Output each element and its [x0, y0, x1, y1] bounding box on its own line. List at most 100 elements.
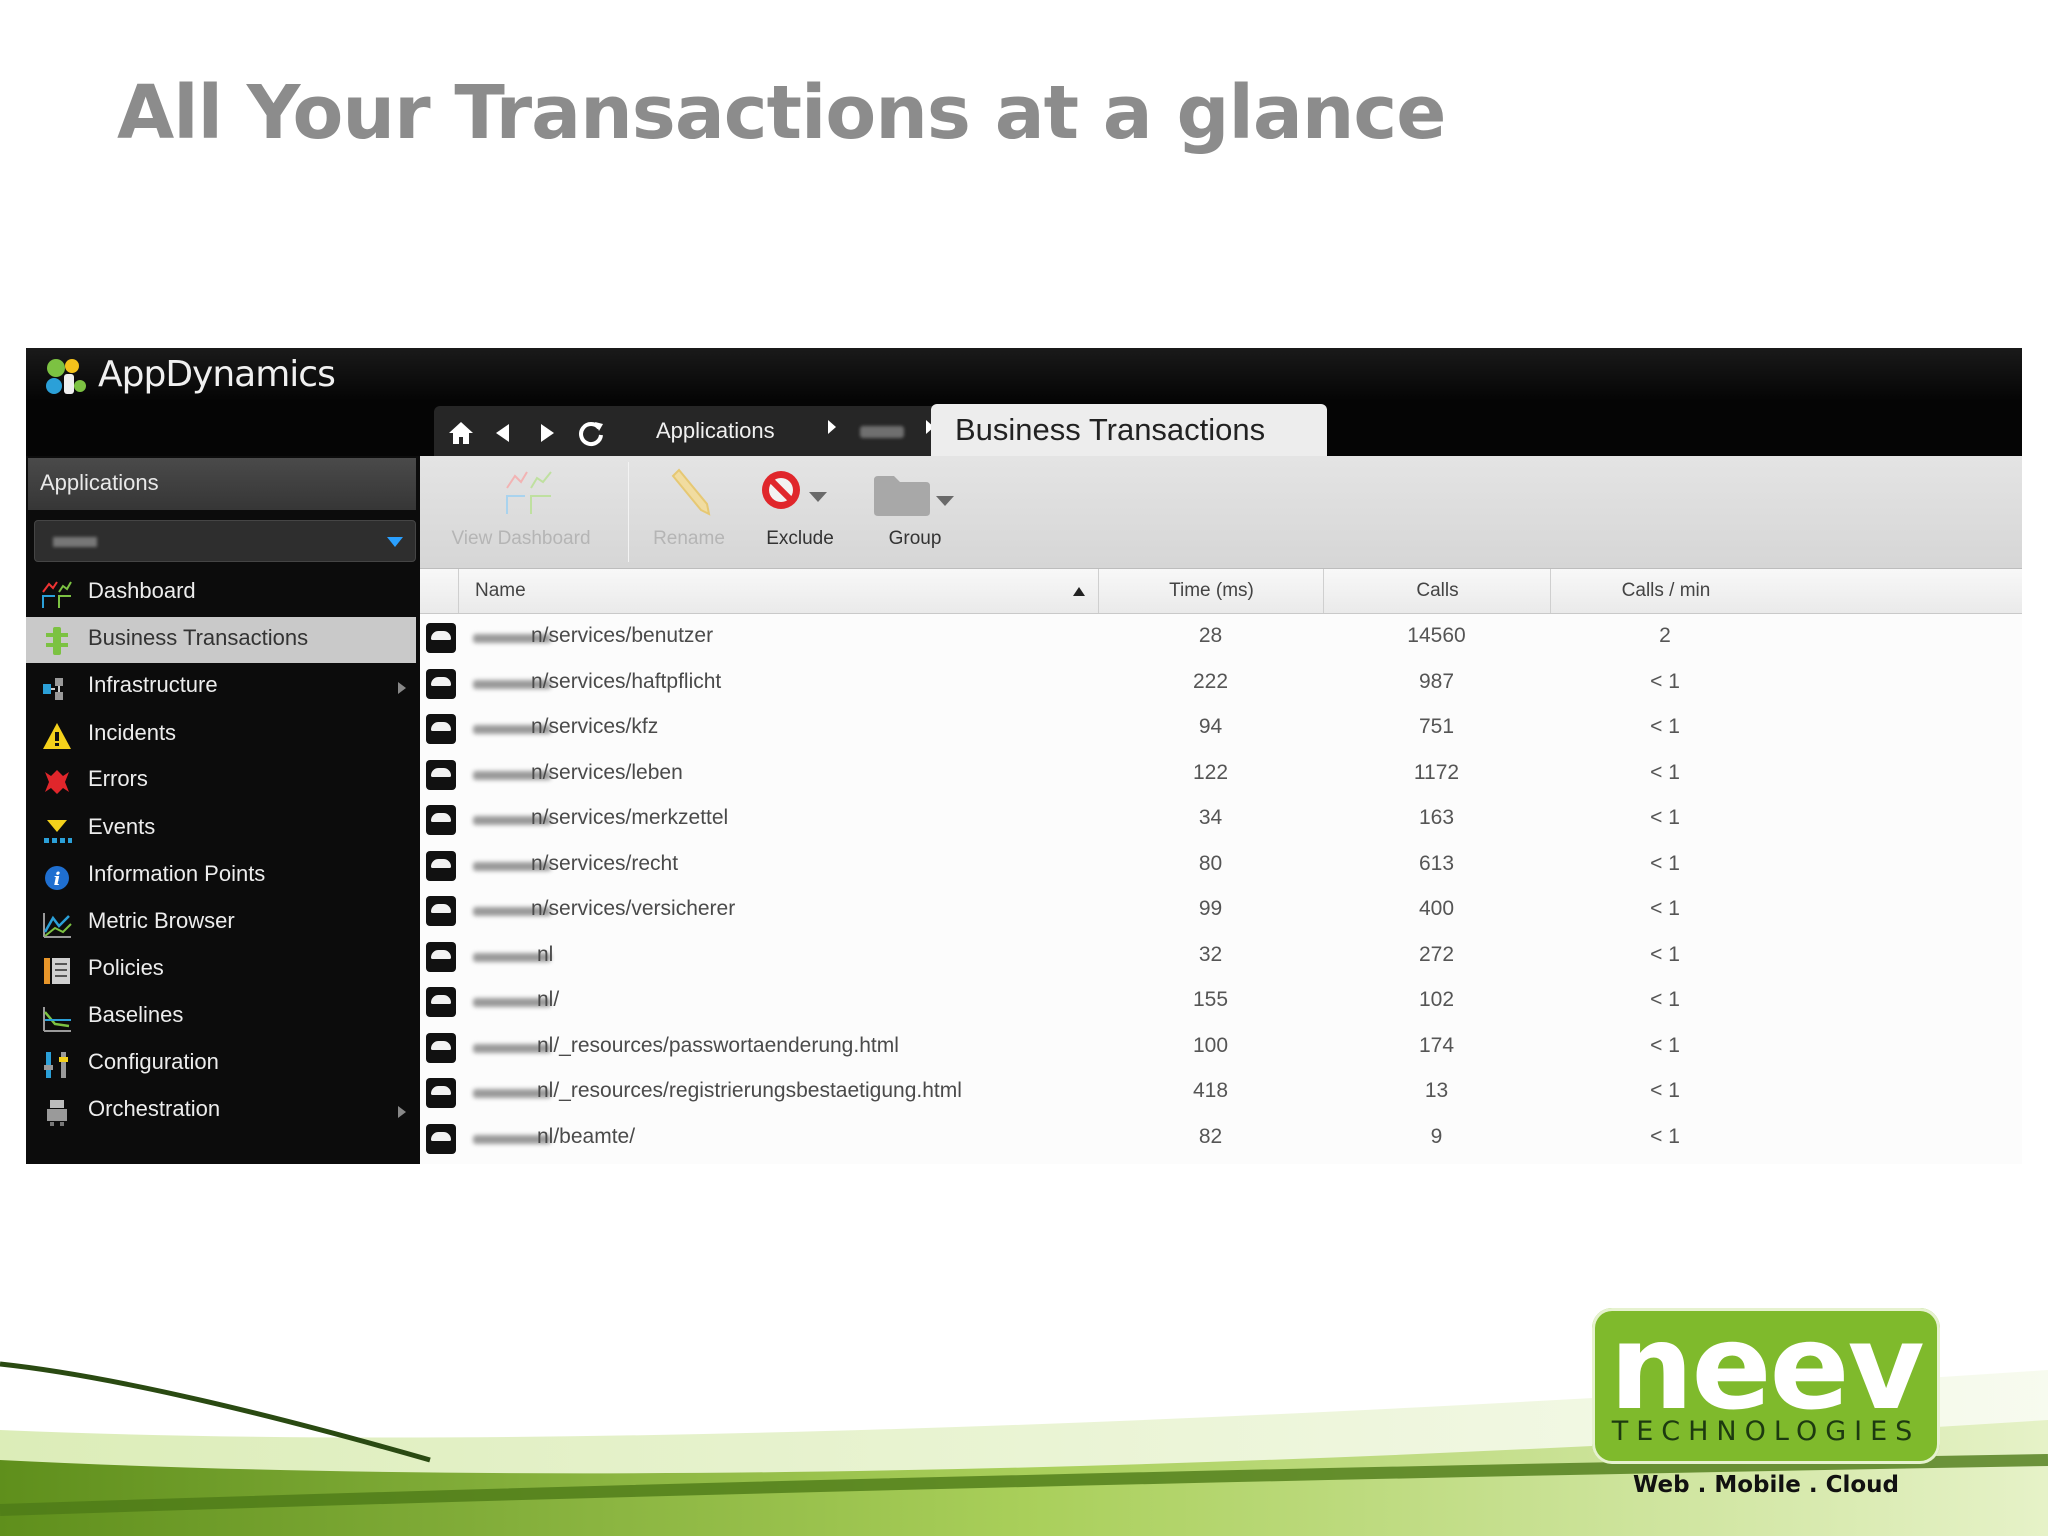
breadcrumb-applications[interactable]: Applications: [656, 418, 775, 444]
cell-calls: 174: [1418, 1033, 1455, 1057]
table-row[interactable]: n/services/kfz 94 751 < 1: [420, 706, 2022, 752]
sidebar-item-label: Orchestration: [88, 1096, 221, 1121]
header-calls-per-min[interactable]: Calls / min: [1550, 569, 1781, 613]
svg-text:i: i: [54, 869, 61, 890]
header-icon-column: [420, 569, 458, 613]
sidebar-item-label: Business Transactions: [88, 625, 309, 650]
transaction-name: nl/_resources/registrierungsbestaetigung…: [537, 1079, 962, 1102]
home-icon[interactable]: [446, 418, 476, 448]
back-icon[interactable]: [488, 418, 518, 448]
exclude-button[interactable]: Exclude: [745, 456, 855, 568]
group-button[interactable]: Group: [860, 456, 970, 568]
transaction-type-icon: [426, 941, 456, 972]
tab-business-transactions[interactable]: Business Transactions: [931, 404, 1327, 456]
policies-icon: [44, 958, 70, 984]
sidebar-item-business-transactions[interactable]: Business Transactions: [26, 617, 416, 663]
sidebar-item-label: Infrastructure: [88, 672, 218, 697]
table-header: Name Time (ms) Calls Calls / min: [420, 569, 2022, 614]
sidebar-item-label: Policies: [88, 955, 164, 980]
cell-cpm: < 1: [1650, 669, 1680, 693]
view-dashboard-button[interactable]: View Dashboard: [434, 456, 608, 568]
table-row[interactable]: n/services/recht 80 613 < 1: [420, 843, 2022, 889]
header-name-label: Name: [475, 580, 526, 601]
transaction-name: n/services/merkzettel: [531, 806, 729, 829]
table-row[interactable]: n/services/haftpflicht 222 987 < 1: [420, 661, 2022, 707]
cell-cpm: < 1: [1650, 1079, 1680, 1102]
sidebar-item-baselines[interactable]: Baselines: [26, 994, 416, 1040]
sidebar-item-label: Metric Browser: [88, 908, 235, 933]
toolbar-divider: [628, 462, 629, 562]
header-calls[interactable]: Calls: [1323, 569, 1551, 613]
sidebar-item-label: Dashboard: [88, 578, 196, 603]
transaction-type-icon: [426, 896, 456, 926]
table-row[interactable]: n/services/versicherer 99 400 < 1: [420, 888, 2022, 934]
sidebar-item-events[interactable]: Events: [26, 806, 416, 852]
sidebar-item-configuration[interactable]: Configuration: [26, 1041, 416, 1087]
table-row[interactable]: nl 32 272 < 1: [420, 934, 2022, 980]
cell-time: 94: [1198, 715, 1223, 738]
metric-browser-icon: [43, 913, 72, 938]
table-row[interactable]: nl/155 102 < 1: [420, 979, 2022, 1025]
app-header: AppDynamics: [26, 348, 2022, 401]
transaction-name: nl/_resources/passwortaenderung.html: [537, 1033, 899, 1057]
nav-bar: Applications Business Transactions: [26, 400, 2022, 456]
table-row[interactable]: nl/_resources/passwortaenderung.html 100 1…: [420, 1025, 2022, 1071]
transaction-name: n/services/recht: [531, 851, 679, 875]
application-select[interactable]: [34, 520, 416, 562]
transaction-type-icon: [426, 987, 456, 1017]
transaction-name: n/services/haftpflicht: [531, 669, 722, 693]
table-row[interactable]: n/services/benutzer 28 14560 2: [420, 615, 2022, 661]
sidebar-item-label: Events: [88, 814, 156, 839]
transaction-type-icon: [426, 805, 456, 835]
cell-calls: 14560: [1407, 624, 1466, 647]
sidebar-item-dashboard[interactable]: Dashboard: [26, 570, 416, 616]
neev-logo: neev TECHNOLOGIES: [1592, 1298, 1940, 1464]
cell-cpm: < 1: [1650, 1033, 1680, 1057]
transaction-type-icon: [426, 850, 456, 881]
sidebar-item-orchestration[interactable]: Orchestration: [26, 1088, 416, 1134]
transactions-table: Name Time (ms) Calls Calls / min n/servi…: [420, 569, 2022, 1164]
cell-calls: 613: [1418, 851, 1455, 875]
forward-icon[interactable]: [532, 418, 562, 448]
cell-time: 418: [1192, 1079, 1229, 1102]
cell-cpm: < 1: [1650, 897, 1680, 920]
transaction-type-icon: [426, 1078, 456, 1108]
sidebar-item-label: Errors: [88, 766, 148, 791]
sidebar-item-infrastructure[interactable]: Infrastructure: [26, 664, 416, 710]
cell-time: 28: [1198, 624, 1223, 647]
breadcrumb-separator-icon: [828, 420, 836, 434]
cell-cpm: < 1: [1650, 1124, 1680, 1148]
sidebar-item-label: Configuration: [88, 1049, 219, 1074]
orchestration-icon: [47, 1100, 67, 1126]
transaction-name: nl: [537, 942, 554, 966]
rename-button[interactable]: Rename: [635, 456, 743, 568]
breadcrumb-application-name[interactable]: [860, 426, 904, 438]
sidebar-item-policies[interactable]: Policies: [26, 947, 416, 993]
table-row[interactable]: nl/_resources/registrierungsbestaetigung…: [420, 1070, 2022, 1116]
sidebar-item-information-points[interactable]: i Information Points: [26, 853, 416, 899]
cell-calls: 1172: [1413, 760, 1460, 784]
sidebar-item-errors[interactable]: Errors: [26, 758, 416, 804]
cell-calls: 751: [1418, 715, 1455, 738]
refresh-icon[interactable]: [576, 418, 606, 448]
events-icon: [44, 820, 72, 843]
cell-cpm: < 1: [1650, 942, 1680, 966]
sidebar: Applications Dashboard Business Transact…: [26, 456, 418, 1164]
selected-application-value: [53, 537, 97, 547]
transaction-name: nl/: [537, 988, 560, 1011]
cell-time: 155: [1192, 988, 1229, 1011]
header-name[interactable]: Name: [458, 569, 1099, 613]
header-time[interactable]: Time (ms): [1098, 569, 1324, 613]
sidebar-item-metric-browser[interactable]: Metric Browser: [26, 900, 416, 946]
main-content: View Dashboard Rename Exclude Group Name…: [420, 456, 2022, 1164]
table-row[interactable]: n/services/leben 122 1172 < 1: [420, 752, 2022, 798]
cell-calls: 163: [1418, 806, 1455, 829]
cell-time: 100: [1192, 1033, 1229, 1057]
sidebar-item-incidents[interactable]: Incidents: [26, 712, 416, 758]
table-row[interactable]: nl/beamte/82 9 < 1: [420, 1116, 2022, 1162]
table-row[interactable]: n/services/merkzettel 34 163 < 1: [420, 797, 2022, 843]
transaction-type-icon: [426, 759, 456, 790]
transaction-name: n/services/versicherer: [531, 897, 736, 920]
app-window: AppDynamics Applications Business Transa…: [26, 348, 2022, 1164]
cell-time: 122: [1192, 760, 1229, 784]
